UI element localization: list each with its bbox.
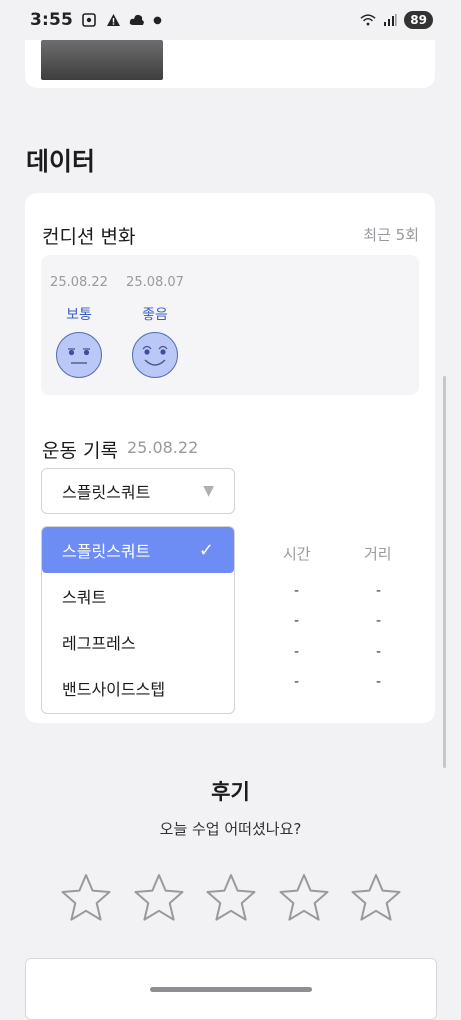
condition-date: 25.08.22 xyxy=(50,275,108,290)
scrollbar[interactable] xyxy=(443,376,446,768)
table-cell-distance: - xyxy=(376,583,382,599)
condition-item: 25.08.22 보통 xyxy=(49,275,109,378)
star-icon[interactable] xyxy=(205,872,257,924)
wifi-icon xyxy=(360,12,376,28)
table-cell-time: - xyxy=(294,644,300,660)
review-title: 후기 xyxy=(211,780,250,804)
condition-title: 컨디션 변화 xyxy=(42,226,136,248)
star-rating xyxy=(60,872,402,924)
neutral-face-icon xyxy=(56,332,102,378)
exercise-select[interactable]: 스플릿스쿼트 ▼ xyxy=(41,468,235,514)
dropdown-option-label: 스플릿스쿼트 xyxy=(62,542,151,561)
checkmark-icon: ✓ xyxy=(198,539,214,561)
exercise-photo-thumbnail[interactable] xyxy=(41,40,163,80)
data-section-title: 데이터 xyxy=(26,147,96,176)
status-time: 3:55 xyxy=(30,10,74,30)
dropdown-arrow-icon: ▼ xyxy=(203,483,214,499)
dropdown-option-label: 레그프레스 xyxy=(62,634,136,653)
star-icon[interactable] xyxy=(278,872,330,924)
review-subtitle: 오늘 수업 어떠셨나요? xyxy=(159,820,302,838)
battery-indicator: 89 xyxy=(404,11,433,29)
exercise-record-title: 운동 기록 xyxy=(42,440,118,462)
column-header-distance: 거리 xyxy=(364,545,392,563)
condition-label: 보통 xyxy=(66,307,92,323)
status-bar: 3:55 ● 89 xyxy=(0,0,461,40)
status-bar-left: 3:55 ● xyxy=(30,10,162,30)
condition-label: 좋음 xyxy=(142,307,168,323)
table-cell-time: - xyxy=(294,583,300,599)
signal-icon xyxy=(382,12,398,28)
smile-face-icon xyxy=(132,332,178,378)
dropdown-option-split-squat[interactable]: 스플릿스쿼트 ✓ xyxy=(42,527,234,573)
exercise-dropdown-menu: 스플릿스쿼트 ✓ 스쿼트 레그프레스 밴드사이드스텝 xyxy=(41,526,235,714)
table-cell-distance: - xyxy=(376,644,382,660)
dropdown-option-label: 스쿼트 xyxy=(62,588,107,607)
dropdown-option-leg-press[interactable]: 레그프레스 xyxy=(42,619,234,665)
status-bar-right: 89 xyxy=(360,11,433,29)
cloud-icon xyxy=(129,12,145,28)
dropdown-option-squat[interactable]: 스쿼트 xyxy=(42,573,234,619)
exercise-record-date: 25.08.22 xyxy=(127,438,199,457)
condition-item: 25.08.07 좋음 xyxy=(125,275,185,378)
table-cell-distance: - xyxy=(376,613,382,629)
star-icon[interactable] xyxy=(350,872,402,924)
column-header-time: 시간 xyxy=(283,545,311,563)
condition-history: 25.08.22 보통 25.08.07 좋음 xyxy=(41,255,419,395)
table-cell-distance: - xyxy=(376,674,382,690)
star-icon[interactable] xyxy=(60,872,112,924)
condition-recent-label: 최근 5회 xyxy=(363,226,419,244)
gesture-navigation-bar[interactable] xyxy=(150,987,312,992)
table-cell-time: - xyxy=(294,613,300,629)
condition-date: 25.08.07 xyxy=(126,275,184,290)
star-icon[interactable] xyxy=(133,872,185,924)
dropdown-option-band-side-step[interactable]: 밴드사이드스텝 xyxy=(42,665,234,711)
screenshot-icon xyxy=(81,12,97,28)
alert-icon xyxy=(105,12,121,28)
table-cell-time: - xyxy=(294,674,300,690)
data-card: 컨디션 변화 최근 5회 25.08.22 보통 25.08.07 좋음 운동 … xyxy=(25,193,435,723)
dot-icon: ● xyxy=(153,14,162,26)
dropdown-option-label: 밴드사이드스텝 xyxy=(62,680,166,699)
exercise-select-value: 스플릿스쿼트 xyxy=(62,483,151,502)
